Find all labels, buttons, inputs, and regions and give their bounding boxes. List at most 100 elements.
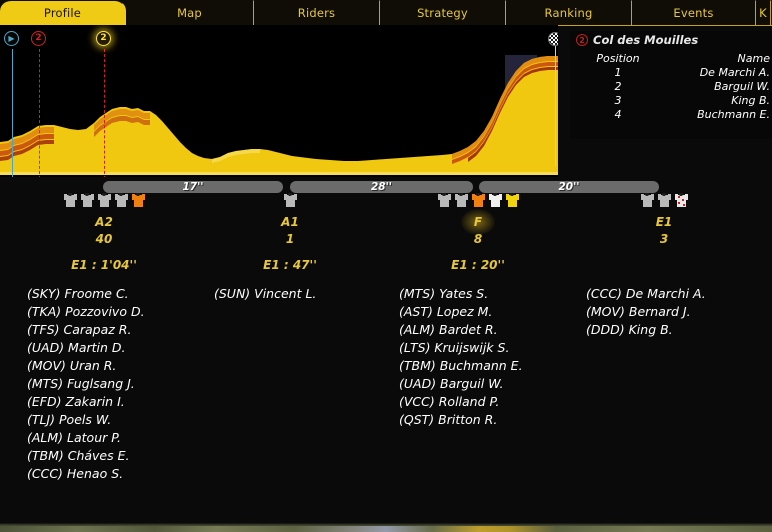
jersey-body (456, 195, 466, 207)
group-rider-count: 1 (285, 232, 295, 246)
jersey-body (99, 195, 109, 207)
climb-ranking-row: 3 King B. (570, 94, 772, 108)
start-marker-stem (12, 49, 13, 177)
jersey-icon (283, 192, 297, 207)
polka-dot-jersey-icon (674, 192, 688, 207)
rider-list-item[interactable]: (VCC) Rolland P. (399, 393, 523, 411)
rider-list-item[interactable]: (TBM) Buchmann E. (399, 357, 523, 375)
tab-profile[interactable]: Profile (0, 0, 126, 25)
group-a1[interactable]: A1 1 (235, 192, 345, 246)
tab-ranking[interactable]: Ranking (506, 0, 632, 25)
group-gap-time: E1 : 20'' (451, 258, 505, 272)
group-label-text: E1 (655, 215, 673, 229)
jersey-icon (114, 192, 128, 207)
jersey-icon (640, 192, 654, 207)
rider-list-item[interactable]: (MTS) Yates S. (399, 285, 523, 303)
jersey-icon (131, 192, 145, 207)
jersey-row (609, 192, 719, 208)
climb-header-name: Name (737, 52, 770, 65)
tab-strategy[interactable]: Strategy (380, 0, 506, 25)
jersey-row (40, 192, 168, 208)
rider-list-item[interactable]: (TLJ) Poels W. (27, 411, 145, 429)
tab-k[interactable]: K (756, 0, 771, 25)
rider-list-item[interactable]: (EFD) Zakarin I. (27, 393, 145, 411)
climb-ranking-row: 1 De Marchi A. (570, 66, 772, 80)
jersey-row (414, 192, 542, 208)
climb-category-badge: 2 (576, 34, 588, 46)
group-label-text: A1 (281, 215, 299, 229)
jersey-body (473, 195, 483, 207)
jersey-body (642, 195, 652, 207)
climb-row-name: Barguil W. (714, 80, 770, 93)
rider-list-item[interactable]: (DDD) King B. (586, 321, 706, 339)
race-3d-view-strip (0, 519, 772, 532)
climb-table-header-row: Position Name (570, 52, 772, 66)
rider-list-item[interactable]: (SUN) Vincent L. (214, 285, 316, 303)
rider-list-item[interactable]: (TFS) Carapaz R. (27, 321, 145, 339)
group-label-text: F (473, 215, 483, 229)
jersey-body (507, 195, 517, 207)
group-label: F (414, 209, 542, 235)
kom-marker-2-badge: 2 (96, 31, 111, 46)
rider-list-item[interactable]: (ALM) Bardet R. (399, 321, 523, 339)
rider-list-item[interactable]: (TBM) Cháves E. (27, 447, 145, 465)
road-surface (0, 526, 772, 532)
rider-list-item[interactable]: (SKY) Froome C. (27, 285, 145, 303)
rider-list-item[interactable]: (CCC) Henao S. (27, 465, 145, 483)
tab-map[interactable]: Map (126, 0, 254, 25)
jersey-icon (454, 192, 468, 207)
rider-list-item[interactable]: (CCC) De Marchi A. (586, 285, 706, 303)
climb-row-position: 4 (614, 108, 622, 121)
race-profile-screen: Profile Map Riders Strategy Ranking Events K ▶… (0, 0, 772, 532)
climb-row-position: 1 (614, 66, 622, 79)
kom-marker-1-badge: 2 (31, 31, 46, 46)
rider-list-item[interactable]: (MOV) Bernard J. (586, 303, 706, 321)
group-gap-time: E1 : 1'04'' (71, 258, 137, 272)
jersey-icon (505, 192, 519, 207)
jersey-row (235, 192, 345, 208)
jersey-icon (63, 192, 77, 207)
group-label: A2 (40, 215, 168, 229)
rider-list-item[interactable]: (LTS) Kruijswijk S. (399, 339, 523, 357)
climb-row-position: 3 (614, 94, 622, 107)
group-label: E1 (609, 215, 719, 229)
kom-marker-1-stem (39, 49, 40, 177)
rider-list-item[interactable]: (QST) Britton R. (399, 411, 523, 429)
climb-ranking-row: 4 Buchmann E. (570, 108, 772, 122)
finish-flag-stem (555, 46, 556, 166)
climb-name: Col des Mouilles (593, 33, 699, 47)
tab-riders[interactable]: Riders (254, 0, 380, 25)
group-a2[interactable]: A2 40 (40, 192, 168, 246)
rider-list-item[interactable]: (MTS) Fuglsang J. (27, 375, 145, 393)
jersey-icon (97, 192, 111, 207)
group-rider-count: 40 (95, 232, 113, 246)
group-label-text: A2 (95, 215, 113, 229)
jersey-icon (471, 192, 485, 207)
climb-row-name: De Marchi A. (699, 66, 770, 79)
jersey-body (439, 195, 449, 207)
start-marker-badge: ▶ (4, 31, 19, 46)
jersey-body (659, 195, 669, 207)
rider-list-item[interactable]: (UAD) Martin D. (27, 339, 145, 357)
jersey-icon (437, 192, 451, 207)
group-e1[interactable]: E1 3 (609, 192, 719, 246)
climb-row-name: King B. (731, 94, 770, 107)
climb-ranking-row: 2 Barguil W. (570, 80, 772, 94)
elevation-profile-chart[interactable]: ▶ 2 2 (0, 25, 558, 177)
rider-list-item[interactable]: (AST) Lopez M. (399, 303, 523, 321)
rider-list-item[interactable]: (TKA) Pozzovivo D. (27, 303, 145, 321)
rider-list-item[interactable]: (UAD) Barguil W. (399, 375, 523, 393)
group-gap-time: E1 : 47'' (263, 258, 317, 272)
jersey-icon (488, 192, 502, 207)
jersey-body (285, 195, 295, 207)
rider-column-a1: (SUN) Vincent L. (214, 285, 316, 303)
group-f[interactable]: F8 (414, 192, 542, 246)
group-label: A1 (235, 215, 345, 229)
tab-events[interactable]: Events (632, 0, 756, 25)
jersey-body (82, 195, 92, 207)
jersey-body (490, 195, 500, 207)
jersey-icon (657, 192, 671, 207)
climb-row-name: Buchmann E. (697, 108, 770, 121)
rider-list-item[interactable]: (ALM) Latour P. (27, 429, 145, 447)
rider-list-item[interactable]: (MOV) Uran R. (27, 357, 145, 375)
